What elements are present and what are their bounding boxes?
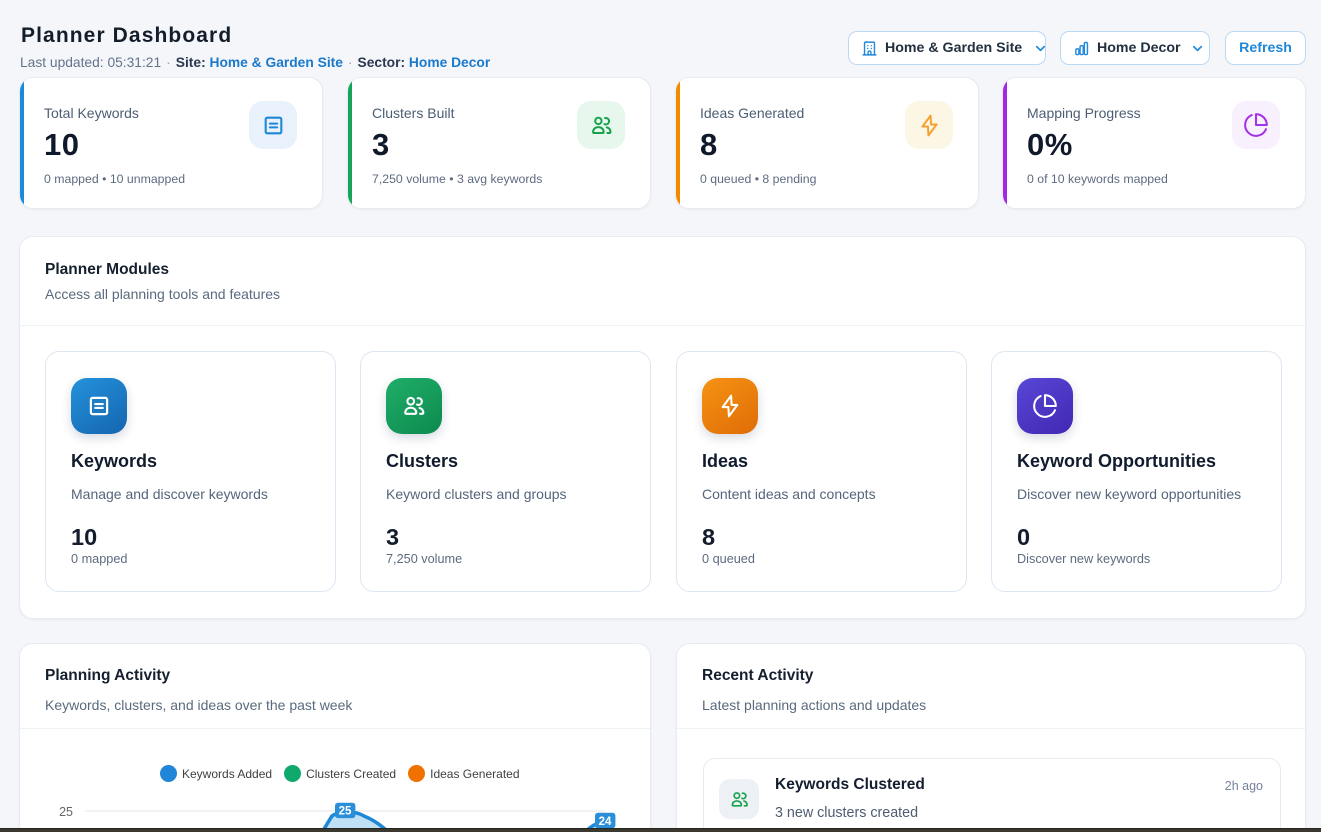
svg-text:25: 25 bbox=[339, 806, 352, 818]
svg-text:24: 24 bbox=[599, 816, 612, 828]
svg-text:25: 25 bbox=[59, 805, 73, 819]
